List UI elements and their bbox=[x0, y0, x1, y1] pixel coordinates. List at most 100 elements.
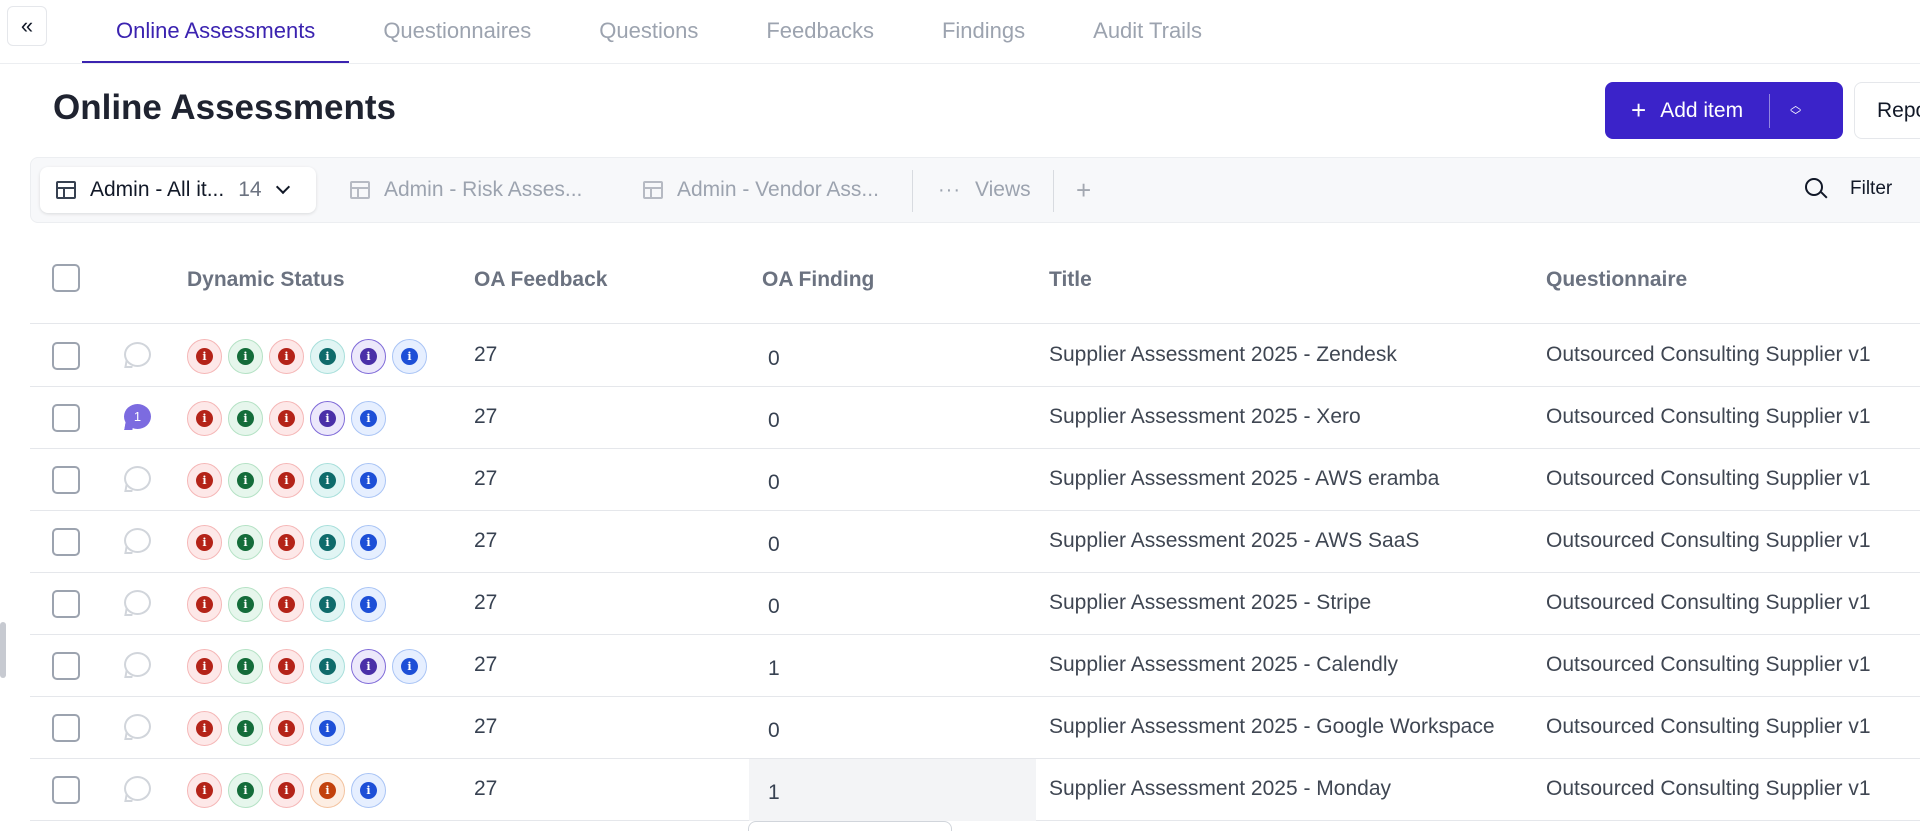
comment-icon[interactable] bbox=[124, 652, 153, 679]
status-info-icon[interactable]: i bbox=[310, 401, 345, 436]
status-info-icon[interactable]: i bbox=[228, 711, 263, 746]
comment-icon[interactable] bbox=[124, 528, 153, 555]
oa-finding-cell[interactable]: 0 bbox=[768, 595, 780, 619]
comment-icon[interactable] bbox=[124, 590, 153, 617]
title-cell[interactable]: Supplier Assessment 2025 - Google Worksp… bbox=[1049, 715, 1495, 739]
row-checkbox[interactable] bbox=[52, 590, 80, 618]
add-view-button[interactable]: + bbox=[1076, 167, 1091, 213]
oa-feedback-cell[interactable]: 27 bbox=[474, 777, 497, 801]
status-info-icon[interactable]: i bbox=[228, 339, 263, 374]
status-info-icon[interactable]: i bbox=[228, 587, 263, 622]
status-info-icon[interactable]: i bbox=[187, 711, 222, 746]
table-row[interactable]: i i i i i 27 1 Supplier Assessment 2025 - Monda… bbox=[30, 759, 1920, 821]
status-info-icon[interactable]: i bbox=[269, 587, 304, 622]
status-info-icon[interactable]: i bbox=[310, 773, 345, 808]
questionnaire-cell[interactable]: Outsourced Consulting Supplier v1 bbox=[1546, 591, 1871, 615]
table-row[interactable]: i i i i i 27 0 Supplier Assessment 2025 - AWS S… bbox=[30, 511, 1920, 573]
status-info-icon[interactable]: i bbox=[187, 773, 222, 808]
row-checkbox[interactable] bbox=[52, 404, 80, 432]
title-cell[interactable]: Supplier Assessment 2025 - Calendly bbox=[1049, 653, 1398, 677]
status-info-icon[interactable]: i bbox=[269, 401, 304, 436]
report-button[interactable]: Repo bbox=[1854, 82, 1920, 139]
table-row[interactable]: i i i i i 27 0 Supplier Assessment 2025 - AWS e… bbox=[30, 449, 1920, 511]
status-info-icon[interactable]: i bbox=[269, 649, 304, 684]
tab-feedbacks[interactable]: Feedbacks bbox=[732, 0, 908, 64]
questionnaire-cell[interactable]: Outsourced Consulting Supplier v1 bbox=[1546, 777, 1871, 801]
status-info-icon[interactable]: i bbox=[228, 401, 263, 436]
row-checkbox[interactable] bbox=[52, 342, 80, 370]
table-row[interactable]: i i i i i i 27 1 Supplier Assessment 2025 - Cale… bbox=[30, 635, 1920, 697]
status-info-icon[interactable]: i bbox=[269, 463, 304, 498]
table-row[interactable]: 1 i i i i i 27 0 Supplier Assessment 2025 - Xero… bbox=[30, 387, 1920, 449]
status-info-icon[interactable]: i bbox=[228, 773, 263, 808]
status-info-icon[interactable]: i bbox=[228, 463, 263, 498]
status-info-icon[interactable]: i bbox=[269, 773, 304, 808]
oa-finding-cell[interactable]: 1 bbox=[768, 781, 780, 805]
column-header-oa-feedback[interactable]: OA Feedback bbox=[474, 268, 607, 292]
status-info-icon[interactable]: i bbox=[310, 711, 345, 746]
status-info-icon[interactable]: i bbox=[351, 401, 386, 436]
status-info-icon[interactable]: i bbox=[351, 463, 386, 498]
oa-feedback-cell[interactable]: 27 bbox=[474, 715, 497, 739]
status-info-icon[interactable]: i bbox=[187, 649, 222, 684]
title-cell[interactable]: Supplier Assessment 2025 - AWS SaaS bbox=[1049, 529, 1419, 553]
status-info-icon[interactable]: i bbox=[269, 339, 304, 374]
comment-icon[interactable] bbox=[124, 466, 153, 493]
status-info-icon[interactable]: i bbox=[392, 339, 427, 374]
tab-audit-trails[interactable]: Audit Trails bbox=[1059, 0, 1236, 64]
title-cell[interactable]: Supplier Assessment 2025 - AWS eramba bbox=[1049, 467, 1439, 491]
status-info-icon[interactable]: i bbox=[187, 587, 222, 622]
status-info-icon[interactable]: i bbox=[187, 463, 222, 498]
questionnaire-cell[interactable]: Outsourced Consulting Supplier v1 bbox=[1546, 343, 1871, 367]
questionnaire-cell[interactable]: Outsourced Consulting Supplier v1 bbox=[1546, 405, 1871, 429]
view-selector-active[interactable]: Admin - All it... 14 bbox=[40, 167, 316, 213]
column-header-dynamic-status[interactable]: Dynamic Status bbox=[187, 268, 345, 292]
scrollbar-handle[interactable] bbox=[0, 622, 6, 678]
table-row[interactable]: i i i i i 27 0 Supplier Assessment 2025 - Strip… bbox=[30, 573, 1920, 635]
oa-finding-cell[interactable]: 0 bbox=[768, 347, 780, 371]
table-row[interactable]: i i i i 27 0 Supplier Assessment 2025 - Google… bbox=[30, 697, 1920, 759]
title-cell[interactable]: Supplier Assessment 2025 - Xero bbox=[1049, 405, 1361, 429]
questionnaire-cell[interactable]: Outsourced Consulting Supplier v1 bbox=[1546, 653, 1871, 677]
row-checkbox[interactable] bbox=[52, 466, 80, 494]
row-checkbox[interactable] bbox=[52, 776, 80, 804]
status-info-icon[interactable]: i bbox=[269, 711, 304, 746]
status-info-icon[interactable]: i bbox=[351, 773, 386, 808]
title-cell[interactable]: Supplier Assessment 2025 - Zendesk bbox=[1049, 343, 1397, 367]
column-header-title[interactable]: Title bbox=[1049, 268, 1092, 292]
status-info-icon[interactable]: i bbox=[269, 525, 304, 560]
questionnaire-cell[interactable]: Outsourced Consulting Supplier v1 bbox=[1546, 467, 1871, 491]
search-button[interactable] bbox=[1804, 177, 1830, 203]
status-info-icon[interactable]: i bbox=[187, 525, 222, 560]
title-cell[interactable]: Supplier Assessment 2025 - Monday bbox=[1049, 777, 1391, 801]
status-info-icon[interactable]: i bbox=[310, 463, 345, 498]
comment-icon[interactable] bbox=[124, 342, 153, 369]
status-info-icon[interactable]: i bbox=[351, 649, 386, 684]
status-info-icon[interactable]: i bbox=[228, 649, 263, 684]
filter-button[interactable]: Filter bbox=[1850, 178, 1892, 200]
comment-icon[interactable]: 1 bbox=[124, 404, 153, 431]
title-cell[interactable]: Supplier Assessment 2025 - Stripe bbox=[1049, 591, 1371, 615]
row-checkbox[interactable] bbox=[52, 528, 80, 556]
views-menu-button[interactable]: ··· Views bbox=[938, 167, 1031, 213]
column-header-oa-finding[interactable]: OA Finding bbox=[762, 268, 874, 292]
oa-finding-cell[interactable]: 0 bbox=[768, 409, 780, 433]
oa-finding-cell[interactable]: 0 bbox=[768, 719, 780, 743]
tab-online-assessments[interactable]: Online Assessments bbox=[82, 0, 350, 64]
tab-questionnaires[interactable]: Questionnaires bbox=[349, 0, 565, 64]
questionnaire-cell[interactable]: Outsourced Consulting Supplier v1 bbox=[1546, 715, 1871, 739]
status-info-icon[interactable]: i bbox=[310, 339, 345, 374]
chevron-up-down-icon[interactable]: ︿ ﹀ bbox=[1790, 100, 1801, 121]
oa-finding-cell[interactable]: 0 bbox=[768, 533, 780, 557]
table-row[interactable]: i i i i i i 27 0 Supplier Assessment 2025 - Zend… bbox=[30, 325, 1920, 387]
oa-feedback-cell[interactable]: 27 bbox=[474, 467, 497, 491]
status-info-icon[interactable]: i bbox=[187, 401, 222, 436]
oa-feedback-cell[interactable]: 27 bbox=[474, 343, 497, 367]
tab-questions[interactable]: Questions bbox=[565, 0, 732, 64]
row-checkbox[interactable] bbox=[52, 652, 80, 680]
oa-feedback-cell[interactable]: 27 bbox=[474, 591, 497, 615]
comment-icon[interactable] bbox=[124, 714, 153, 741]
status-info-icon[interactable]: i bbox=[351, 339, 386, 374]
status-info-icon[interactable]: i bbox=[310, 587, 345, 622]
status-info-icon[interactable]: i bbox=[310, 525, 345, 560]
